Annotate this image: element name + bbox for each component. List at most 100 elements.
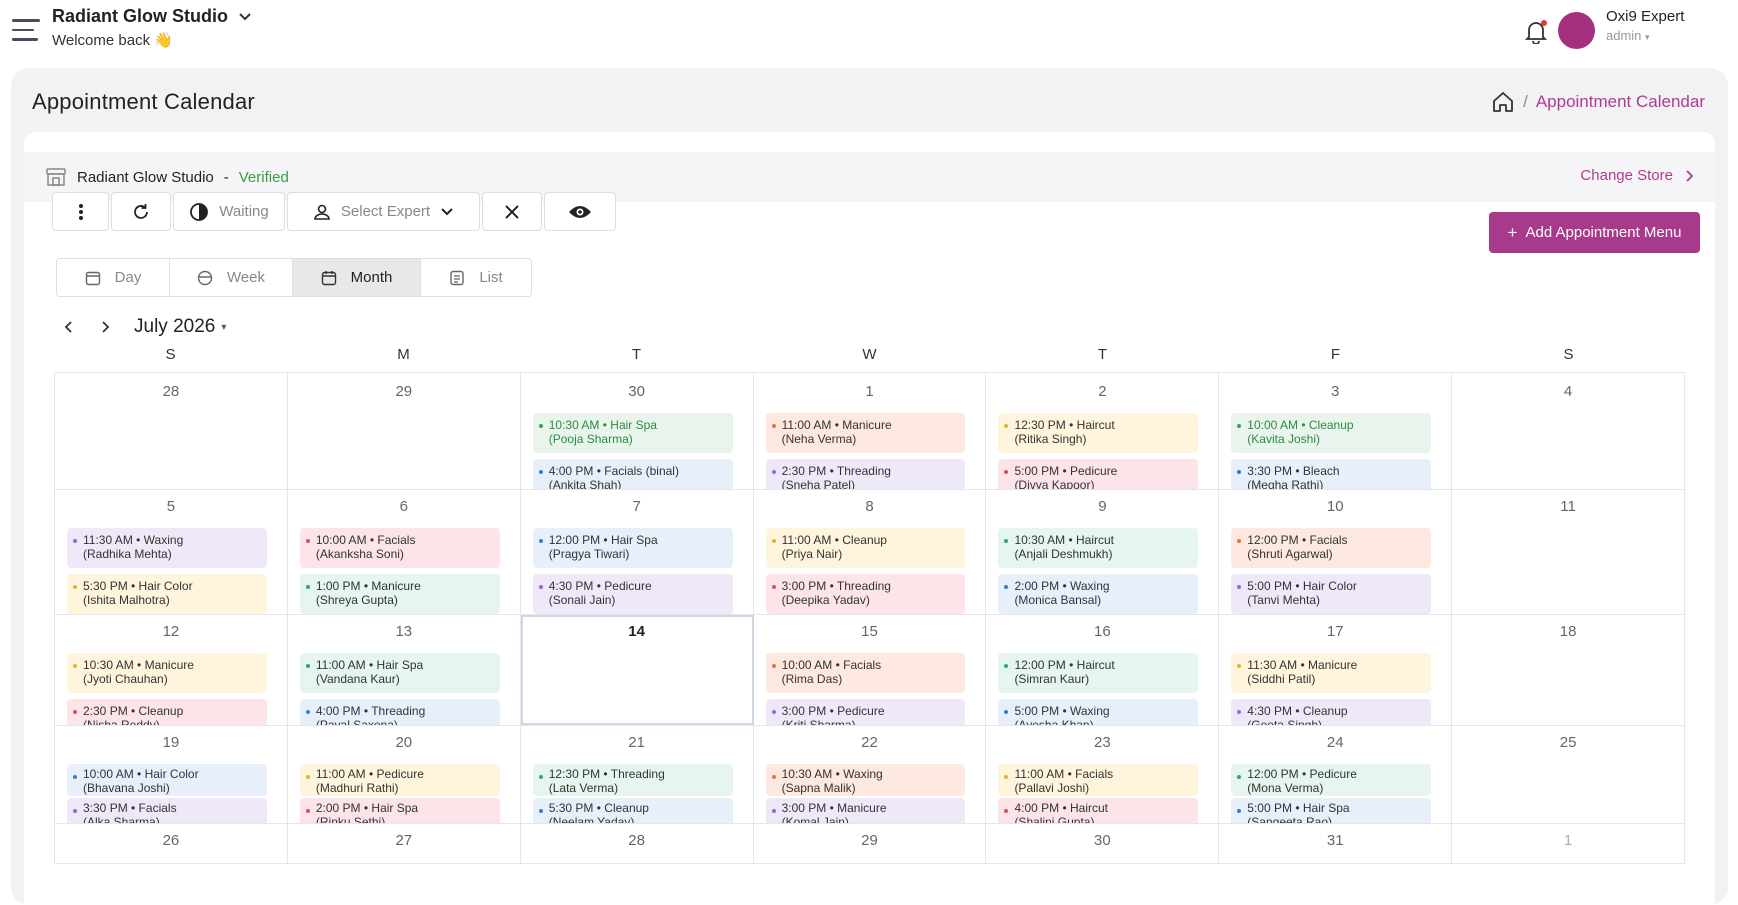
calendar-day-cell[interactable]: 17 11:30 AM • Manicure (Siddhi Patil) 4:30 … xyxy=(1219,615,1453,725)
calendar-day-cell[interactable]: 31 xyxy=(1219,824,1453,863)
appointment-chip[interactable]: 5:00 PM • Hair Spa (Sangeeta Rao) xyxy=(1231,798,1432,823)
calendar-day-cell[interactable]: 29 xyxy=(288,373,521,489)
calendar-day-cell[interactable]: 28 xyxy=(521,824,754,863)
calendar-day-cell[interactable]: 15 10:00 AM • Facials (Rima Das) 3:00 PM • … xyxy=(754,615,987,725)
appointment-chip[interactable]: 12:00 PM • Hair Spa (Pragya Tiwari) xyxy=(532,528,733,568)
appointment-chip[interactable]: 5:00 PM • Pedicure (Divya Kapoor) xyxy=(998,459,1199,489)
studio-switcher[interactable]: Radiant Glow Studio xyxy=(52,6,252,27)
appointment-chip[interactable]: 11:00 AM • Hair Spa (Vandana Kaur) xyxy=(299,653,500,693)
chevron-left-icon[interactable] xyxy=(62,320,76,334)
calendar-day-cell[interactable]: 16 12:00 PM • Haircut (Simran Kaur) 5:00 PM… xyxy=(986,615,1220,725)
calendar-day-cell[interactable]: 20 11:00 AM • Pedicure (Madhuri Rathi) 2:00… xyxy=(288,726,521,823)
view-day-button[interactable]: Day xyxy=(57,259,170,296)
appointment-chip[interactable]: 3:00 PM • Pedicure (Kriti Sharma) xyxy=(765,699,966,725)
avatar[interactable] xyxy=(1558,12,1595,49)
appointment-chip[interactable]: 10:30 AM • Waxing (Sapna Malik) xyxy=(765,764,966,796)
appointment-chip[interactable]: 2:30 PM • Cleanup (Nisha Reddy) xyxy=(67,699,267,725)
user-role[interactable]: admin ▾ xyxy=(1606,28,1650,43)
breadcrumb-current[interactable]: Appointment Calendar xyxy=(1536,92,1705,112)
calendar-day-cell[interactable]: 28 xyxy=(54,373,288,489)
calendar-day-cell[interactable]: 2 12:30 PM • Haircut (Ritika Singh) 5:00 PM… xyxy=(986,373,1220,489)
appointment-chip[interactable]: 12:00 PM • Haircut (Simran Kaur) xyxy=(998,653,1199,693)
clear-filter-button[interactable] xyxy=(482,192,542,231)
calendar-day-cell[interactable]: 1 xyxy=(1452,824,1686,863)
select-expert-dropdown[interactable]: Select Expert xyxy=(287,192,480,231)
calendar-day-cell[interactable]: 9 10:30 AM • Haircut (Anjali Deshmukh) 2:00… xyxy=(986,490,1220,614)
calendar-day-cell[interactable]: 6 10:00 AM • Facials (Akanksha Soni) 1:00 P… xyxy=(288,490,521,614)
appointment-chip[interactable]: 3:30 PM • Bleach (Megha Rathi) xyxy=(1231,459,1432,489)
calendar-day-cell[interactable]: 30 10:30 AM • Hair Spa (Pooja Sharma) 4:00 … xyxy=(521,373,754,489)
appointment-chip[interactable]: 12:00 PM • Facials (Shruti Agarwal) xyxy=(1231,528,1432,568)
appointment-chip[interactable]: 5:00 PM • Waxing (Ayesha Khan) xyxy=(998,699,1199,725)
calendar-day-cell[interactable]: 26 xyxy=(54,824,288,863)
visibility-toggle-button[interactable] xyxy=(544,192,616,231)
calendar-day-cell[interactable]: 13 11:00 AM • Hair Spa (Vandana Kaur) 4:00 … xyxy=(288,615,521,725)
appointment-chip[interactable]: 10:00 AM • Facials (Rima Das) xyxy=(765,653,966,693)
calendar-day-cell[interactable]: 4 xyxy=(1452,373,1686,489)
calendar-day-cell[interactable]: 27 xyxy=(288,824,521,863)
appointment-chip[interactable]: 11:00 AM • Cleanup (Priya Nair) xyxy=(765,528,966,568)
calendar-day-today[interactable]: 14 xyxy=(520,615,754,725)
appointment-chip[interactable]: 11:00 AM • Facials (Pallavi Joshi) xyxy=(998,764,1199,796)
view-list-button[interactable]: List xyxy=(421,259,531,296)
appointment-chip[interactable]: 3:00 PM • Manicure (Komal Jain) xyxy=(765,798,966,823)
appointment-chip[interactable]: 11:00 AM • Pedicure (Madhuri Rathi) xyxy=(299,764,500,796)
calendar-day-cell[interactable]: 7 12:00 PM • Hair Spa (Pragya Tiwari) 4:30 … xyxy=(521,490,754,614)
calendar-day-cell[interactable]: 23 11:00 AM • Facials (Pallavi Joshi) 4:00 … xyxy=(986,726,1220,823)
appointment-chip[interactable]: 10:30 AM • Haircut (Anjali Deshmukh) xyxy=(998,528,1199,568)
appointment-chip[interactable]: 2:00 PM • Waxing (Monica Bansal) xyxy=(998,574,1199,614)
appointment-chip[interactable]: 5:30 PM • Hair Color (Ishita Malhotra) xyxy=(67,574,267,614)
appointment-chip[interactable]: 3:00 PM • Threading (Deepika Yadav) xyxy=(765,574,966,614)
calendar-day-cell[interactable]: 22 10:30 AM • Waxing (Sapna Malik) 3:00 PM … xyxy=(754,726,987,823)
appointment-chip[interactable]: 12:00 PM • Pedicure (Mona Verma) xyxy=(1231,764,1432,796)
notification-bell-icon[interactable] xyxy=(1524,20,1549,46)
menu-icon[interactable] xyxy=(12,19,40,41)
user-name[interactable]: Oxi9 Expert xyxy=(1606,8,1684,25)
calendar-day-cell[interactable]: 18 xyxy=(1452,615,1686,725)
appointment-chip[interactable]: 12:30 PM • Threading (Lata Verma) xyxy=(532,764,733,796)
appointment-chip[interactable]: 1:00 PM • Manicure (Shreya Gupta) xyxy=(299,574,500,614)
appointment-chip[interactable]: 11:00 AM • Manicure (Neha Verma) xyxy=(765,413,966,453)
calendar-day-cell[interactable]: 10 12:00 PM • Facials (Shruti Agarwal) 5:00… xyxy=(1219,490,1453,614)
view-month-button[interactable]: Month xyxy=(293,259,421,296)
calendar-day-cell[interactable]: 3 10:00 AM • Cleanup (Kavita Joshi) 3:30 PM… xyxy=(1219,373,1453,489)
add-appointment-button[interactable]: + Add Appointment Menu xyxy=(1489,212,1700,253)
calendar-day-cell[interactable]: 19 10:00 AM • Hair Color (Bhavana Joshi) 3:… xyxy=(54,726,288,823)
appointment-chip[interactable]: 4:00 PM • Facials (binal) (Ankita Shah) xyxy=(532,459,733,489)
appointment-chip[interactable]: 3:30 PM • Facials (Alka Sharma) xyxy=(67,798,267,823)
calendar-day-cell[interactable]: 24 12:00 PM • Pedicure (Mona Verma) 5:00 PM… xyxy=(1219,726,1453,823)
calendar-day-cell[interactable]: 12 10:30 AM • Manicure (Jyoti Chauhan) 2:30… xyxy=(54,615,288,725)
appointment-chip[interactable]: 11:30 AM • Waxing (Radhika Mehta) xyxy=(67,528,267,568)
appointment-chip[interactable]: 10:30 AM • Hair Spa (Pooja Sharma) xyxy=(532,413,733,453)
appointment-chip[interactable]: 10:00 AM • Hair Color (Bhavana Joshi) xyxy=(67,764,267,796)
appointment-chip[interactable]: 10:00 AM • Facials (Akanksha Soni) xyxy=(299,528,500,568)
calendar-day-cell[interactable]: 11 xyxy=(1452,490,1686,614)
refresh-button[interactable] xyxy=(111,192,171,231)
appointment-chip[interactable]: 4:00 PM • Haircut (Shalini Gupta) xyxy=(998,798,1199,823)
calendar-day-cell[interactable]: 8 11:00 AM • Cleanup (Priya Nair) 3:00 PM •… xyxy=(754,490,987,614)
appointment-chip[interactable]: 5:00 PM • Hair Color (Tanvi Mehta) xyxy=(1231,574,1432,614)
appointment-chip[interactable]: 10:30 AM • Manicure (Jyoti Chauhan) xyxy=(67,653,267,693)
calendar-day-cell[interactable]: 30 xyxy=(986,824,1220,863)
calendar-day-cell[interactable]: 25 xyxy=(1452,726,1686,823)
appointment-chip[interactable]: 5:30 PM • Cleanup (Neelam Yadav) xyxy=(532,798,733,823)
calendar-day-cell[interactable]: 21 12:30 PM • Threading (Lata Verma) 5:30 P… xyxy=(521,726,754,823)
appointment-chip[interactable]: 4:00 PM • Threading (Payal Saxena) xyxy=(299,699,500,725)
month-picker[interactable]: July 2026 ▾ xyxy=(134,316,226,338)
appointment-chip[interactable]: 10:00 AM • Cleanup (Kavita Joshi) xyxy=(1231,413,1432,453)
appointment-chip[interactable]: 12:30 PM • Haircut (Ritika Singh) xyxy=(998,413,1199,453)
appointment-chip[interactable]: 2:30 PM • Threading (Sneha Patel) xyxy=(765,459,966,489)
view-week-button[interactable]: Week xyxy=(170,259,293,296)
waiting-button[interactable]: Waiting xyxy=(173,192,285,231)
home-icon[interactable] xyxy=(1491,90,1515,114)
calendar-day-cell[interactable]: 29 xyxy=(754,824,987,863)
calendar-day-cell[interactable]: 5 11:30 AM • Waxing (Radhika Mehta) 5:30 PM… xyxy=(54,490,288,614)
calendar-day-cell[interactable]: 1 11:00 AM • Manicure (Neha Verma) 2:30 PM … xyxy=(754,373,987,489)
change-store-link[interactable]: Change Store xyxy=(1580,167,1693,184)
appointment-chip[interactable]: 4:30 PM • Pedicure (Sonali Jain) xyxy=(532,574,733,614)
appointment-chip[interactable]: 11:30 AM • Manicure (Siddhi Patil) xyxy=(1231,653,1432,693)
appointment-chip[interactable]: 2:00 PM • Hair Spa (Rinku Sethi) xyxy=(299,798,500,823)
more-options-button[interactable] xyxy=(52,192,109,231)
chevron-right-icon[interactable] xyxy=(98,320,112,334)
appointment-chip[interactable]: 4:30 PM • Cleanup (Geeta Singh) xyxy=(1231,699,1432,725)
